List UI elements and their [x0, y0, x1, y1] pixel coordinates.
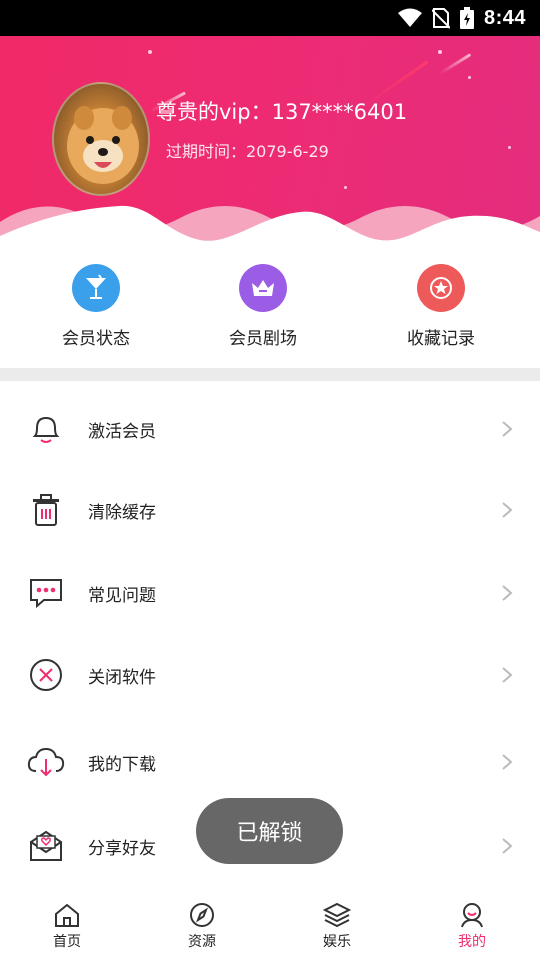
sparkle — [344, 186, 347, 189]
compass-icon — [187, 901, 217, 929]
quick-action-label: 收藏记录 — [407, 329, 475, 349]
vip-username: 尊贵的vip：137****6401 — [156, 100, 408, 124]
quick-actions: 会员状态 会员剧场 收藏记录 — [0, 250, 540, 368]
share-envelope-icon — [26, 828, 66, 864]
quick-action-label: 会员状态 — [62, 329, 130, 349]
menu-item-label: 我的下载 — [88, 755, 156, 775]
expire-date: 过期时间：2079-6-29 — [166, 142, 329, 161]
chevron-right-icon — [502, 667, 513, 683]
no-sim-icon — [431, 8, 450, 29]
section-divider — [0, 368, 540, 381]
bell-icon — [26, 411, 66, 447]
menu-item-label: 分享好友 — [88, 839, 156, 859]
trash-icon — [26, 492, 66, 528]
cocktail-icon — [72, 264, 120, 312]
sparkle — [508, 146, 511, 149]
chevron-right-icon — [502, 754, 513, 770]
cloud-download-icon — [26, 744, 66, 780]
nav-label: 娱乐 — [323, 934, 351, 950]
nav-tab-resources[interactable]: 资源 — [162, 901, 242, 951]
toast-message: 已解锁 — [196, 798, 343, 864]
menu-item-close-app[interactable]: 关闭软件 — [0, 645, 540, 705]
nav-tab-entertainment[interactable]: 娱乐 — [297, 901, 377, 951]
user-icon — [457, 901, 487, 929]
status-bar: 8:44 — [0, 0, 540, 36]
member-status-button[interactable]: 会员状态 — [36, 264, 156, 349]
favorites-record-button[interactable]: 收藏记录 — [381, 264, 501, 349]
wave-decoration — [0, 205, 540, 250]
quick-action-label: 会员剧场 — [229, 329, 297, 349]
home-icon — [52, 901, 82, 929]
sparkle — [438, 50, 442, 54]
member-theater-button[interactable]: 会员剧场 — [203, 264, 323, 349]
crown-icon — [239, 264, 287, 312]
menu-item-activate-membership[interactable]: 激活会员 — [0, 399, 540, 459]
nav-label: 我的 — [458, 934, 486, 950]
menu-item-label: 激活会员 — [88, 422, 156, 442]
nav-tab-mine[interactable]: 我的 — [432, 901, 512, 951]
nav-label: 资源 — [188, 934, 216, 950]
light-streak — [439, 53, 472, 75]
menu-item-my-downloads[interactable]: 我的下载 — [0, 732, 540, 792]
nav-tab-home[interactable]: 首页 — [27, 901, 107, 951]
star-icon — [417, 264, 465, 312]
chat-bubble-icon — [26, 575, 66, 611]
nav-label: 首页 — [53, 934, 81, 950]
wifi-icon — [397, 8, 422, 27]
sparkle — [468, 76, 471, 79]
bottom-nav: 首页 资源 娱乐 我的 — [0, 893, 540, 960]
menu-item-faq[interactable]: 常见问题 — [0, 563, 540, 623]
close-circle-icon — [26, 657, 66, 693]
status-time: 8:44 — [483, 6, 526, 29]
menu-item-label: 清除缓存 — [88, 503, 156, 523]
chevron-right-icon — [502, 585, 513, 601]
avatar[interactable] — [52, 82, 150, 196]
profile-header: 尊贵的vip：137****6401 过期时间：2079-6-29 — [0, 36, 540, 250]
menu-item-clear-cache[interactable]: 清除缓存 — [0, 480, 540, 540]
sparkle — [148, 50, 152, 54]
chevron-right-icon — [502, 502, 513, 518]
chevron-right-icon — [502, 838, 513, 854]
chevron-right-icon — [502, 421, 513, 437]
menu-item-label: 常见问题 — [88, 586, 156, 606]
layers-icon — [322, 901, 352, 929]
menu-item-label: 关闭软件 — [88, 668, 156, 688]
battery-charging-icon — [459, 7, 474, 29]
